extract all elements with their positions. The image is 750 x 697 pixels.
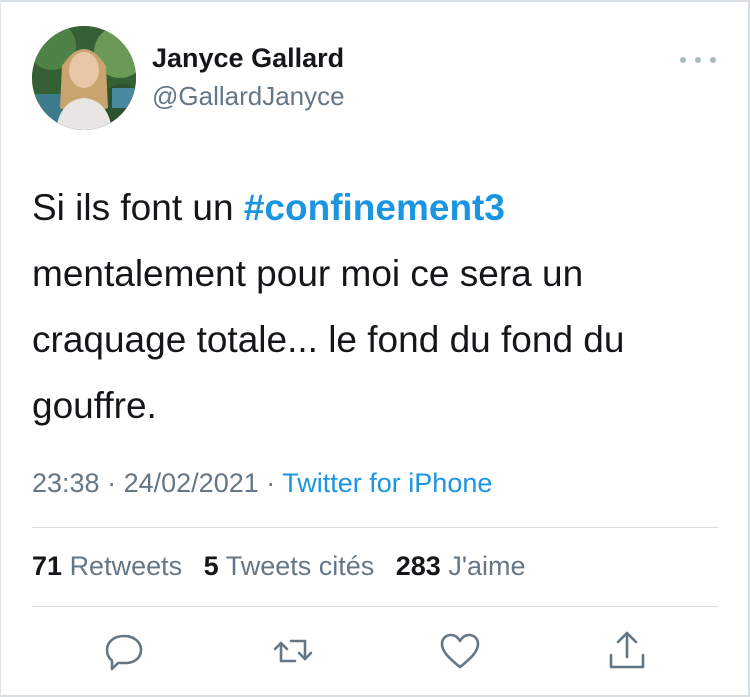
tweet-time[interactable]: 23:38: [32, 468, 100, 498]
retweet-icon[interactable]: [269, 627, 317, 675]
quotes-label: Tweets cités: [225, 551, 375, 581]
heart-icon[interactable]: [436, 627, 484, 675]
divider: [32, 606, 718, 607]
likes-label: J'aime: [448, 551, 526, 581]
reply-icon[interactable]: [100, 627, 148, 675]
tweet-text-line: mentalement pour moi ce sera un: [32, 253, 584, 294]
left-border: [0, 0, 1, 697]
quotes-count: 5: [203, 551, 219, 581]
tweet-source-link[interactable]: Twitter for iPhone: [282, 468, 492, 498]
likes-count: 283: [395, 551, 441, 581]
tweet-actions: [100, 627, 660, 675]
tweet-stats: 71 Retweets 5 Tweets cités 283 J'aime: [32, 551, 722, 582]
tweet-text: Si ils font un #confinement3 mentalement…: [32, 175, 722, 439]
tweet-text-line: gouffre.: [32, 385, 157, 426]
quote-tweets-stat[interactable]: 5 Tweets cités: [204, 551, 375, 581]
retweets-label: Retweets: [69, 551, 183, 581]
likes-stat[interactable]: 283 J'aime: [396, 551, 526, 581]
tweet-header: Janyce Gallard @GallardJanyce: [32, 26, 722, 132]
tweet-date[interactable]: 24/02/2021: [124, 468, 259, 498]
tweet-meta: 23:38 · 24/02/2021 · Twitter for iPhone: [32, 468, 722, 499]
author-handle[interactable]: @GallardJanyce: [152, 81, 345, 112]
divider: [32, 527, 718, 528]
meta-separator: ·: [266, 468, 276, 498]
avatar[interactable]: [32, 26, 136, 130]
dot: [695, 57, 701, 63]
dot: [710, 57, 716, 63]
top-border: [0, 0, 750, 2]
dot: [680, 57, 686, 63]
meta-separator: ·: [107, 468, 117, 498]
more-dots-icon[interactable]: [680, 50, 716, 70]
author-name[interactable]: Janyce Gallard: [152, 43, 344, 74]
tweet-text-start: Si ils font un: [32, 187, 244, 228]
retweets-stat[interactable]: 71 Retweets: [32, 551, 182, 581]
share-icon[interactable]: [603, 627, 651, 675]
retweets-count: 71: [32, 551, 63, 581]
tweet-text-line: craquage totale... le fond du fond du: [32, 319, 625, 360]
hashtag-link[interactable]: #confinement3: [244, 187, 505, 228]
